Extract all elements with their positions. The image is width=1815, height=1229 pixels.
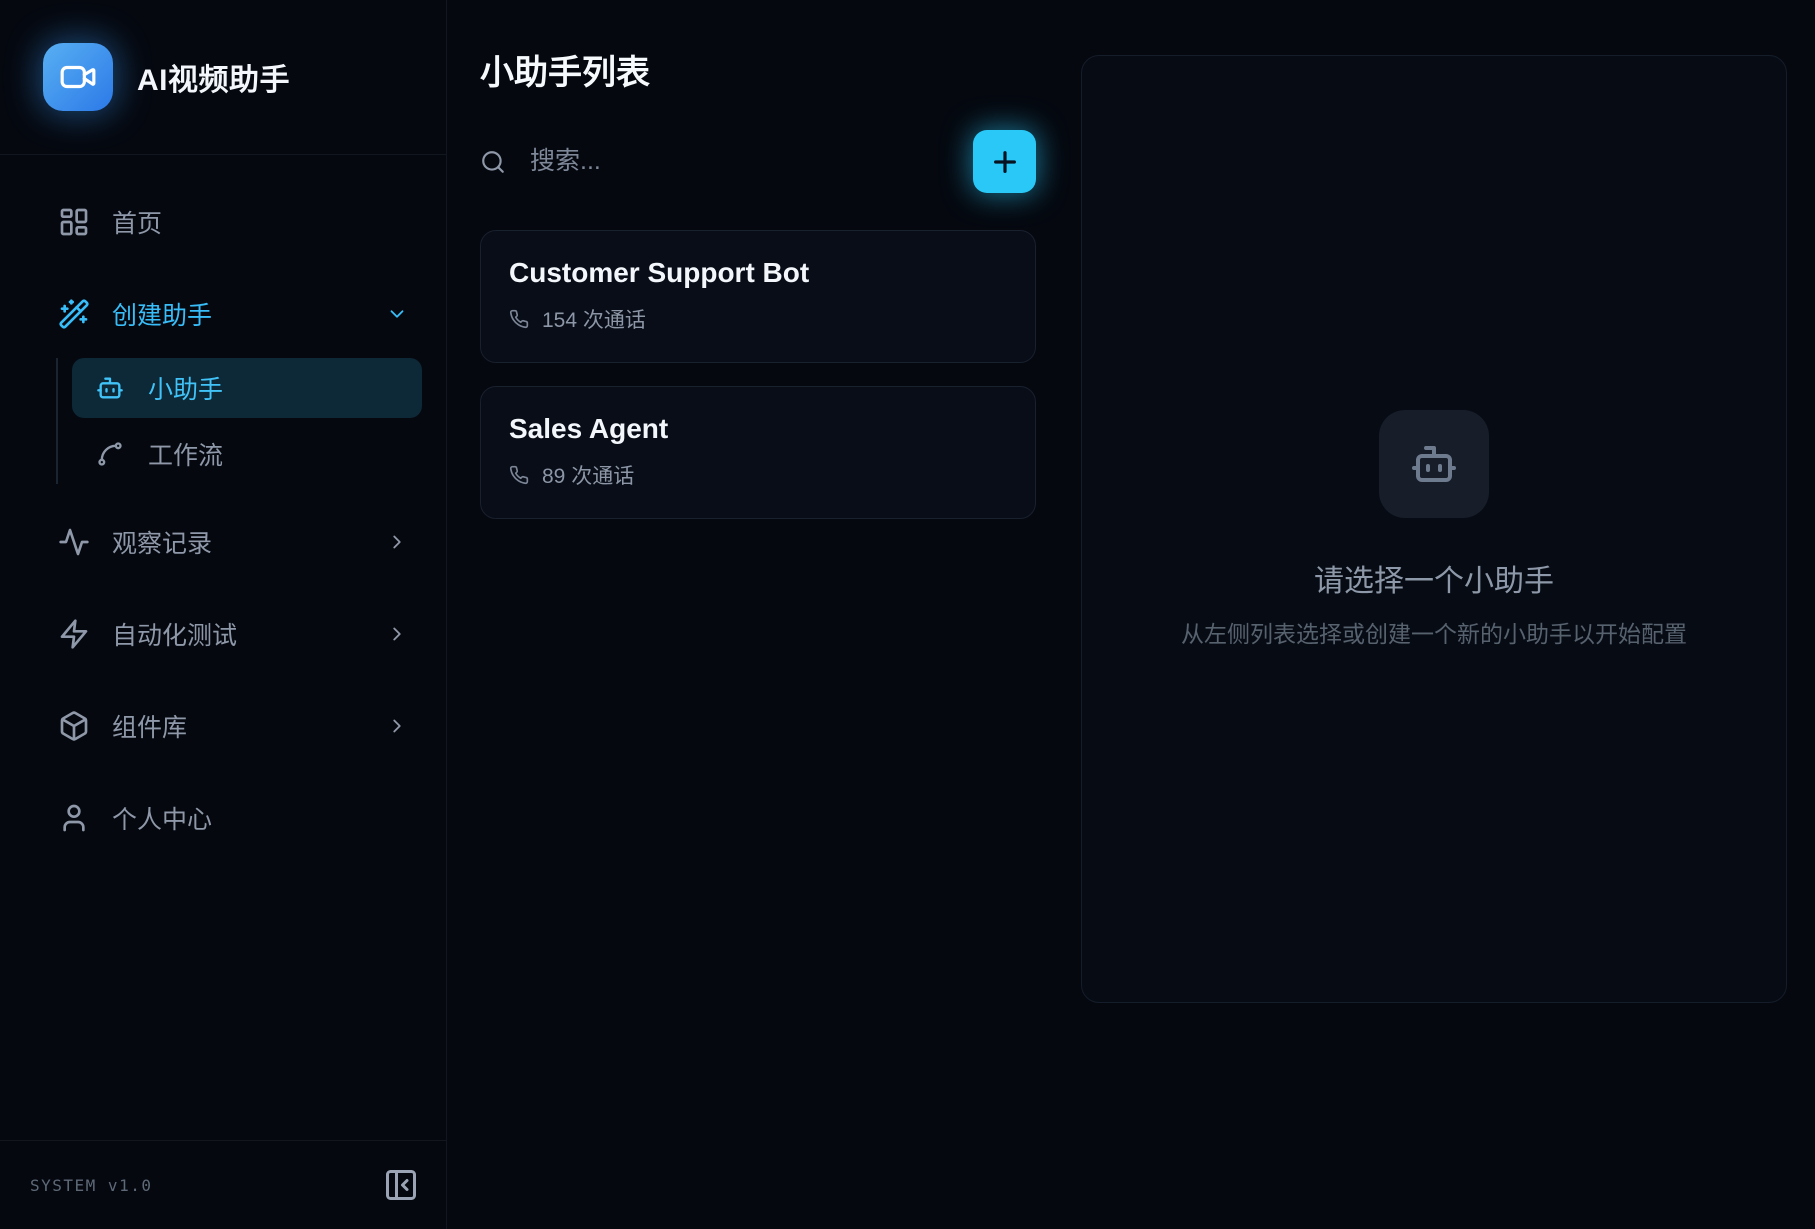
assistant-detail-panel: 请选择一个小助手 从左侧列表选择或创建一个新的小助手以开始配置	[1081, 55, 1787, 1003]
page-title: 小助手列表	[480, 56, 1036, 92]
phone-icon	[509, 309, 529, 329]
panel-left-close-icon	[383, 1167, 419, 1203]
sidebar-item-components[interactable]: 组件库	[24, 698, 422, 754]
chevron-right-icon	[386, 623, 408, 645]
add-assistant-button[interactable]	[973, 130, 1036, 193]
sidebar-subitem-workflow[interactable]: 工作流	[72, 424, 422, 484]
call-count-label: 89 次通话	[542, 460, 634, 490]
bot-icon	[1410, 440, 1458, 488]
empty-state-subtitle: 从左侧列表选择或创建一个新的小助手以开始配置	[1181, 615, 1687, 649]
app-window: AI视频助手 首页 创建助手	[0, 0, 1815, 1229]
empty-state-title: 请选择一个小助手	[1181, 556, 1687, 600]
sidebar-subitem-label: 工作流	[148, 436, 223, 472]
sidebar-header: AI视频助手	[0, 0, 446, 155]
sidebar-item-observation[interactable]: 观察记录	[24, 514, 422, 570]
sidebar-item-label: 创建助手	[112, 296, 212, 332]
search-bar	[480, 130, 1036, 194]
chevron-right-icon	[386, 531, 408, 553]
chevron-right-icon	[386, 715, 408, 737]
assistant-name: Sales Agent	[509, 413, 1007, 445]
sidebar-item-label: 组件库	[112, 708, 187, 744]
create-assistant-submenu: 小助手 工作流	[56, 358, 422, 484]
search-icon	[480, 149, 506, 175]
sidebar-item-label: 首页	[112, 204, 162, 240]
box-icon	[58, 710, 90, 742]
assistant-card[interactable]: Sales Agent 89 次通话	[480, 386, 1036, 519]
app-logo	[43, 43, 113, 111]
phone-icon	[509, 465, 529, 485]
sidebar-subitem-label: 小助手	[148, 370, 223, 406]
user-icon	[58, 802, 90, 834]
sidebar-nav: 首页 创建助手 小助手	[0, 155, 446, 1140]
sidebar-item-profile[interactable]: 个人中心	[24, 790, 422, 846]
wand-sparkles-icon	[58, 298, 90, 330]
activity-icon	[58, 526, 90, 558]
app-title: AI视频助手	[137, 55, 290, 99]
bot-icon	[96, 374, 124, 402]
sidebar-item-automation[interactable]: 自动化测试	[24, 606, 422, 662]
assistant-list-panel: 小助手列表 Customer Support Bot 154 次通话	[447, 0, 1078, 1229]
video-camera-icon	[59, 58, 97, 96]
system-version: SYSTEM v1.0	[30, 1176, 152, 1195]
sidebar-item-home[interactable]: 首页	[24, 194, 422, 250]
plus-icon	[989, 146, 1021, 178]
call-count-label: 154 次通话	[542, 304, 646, 334]
empty-state-icon-box	[1379, 410, 1489, 518]
sidebar-footer: SYSTEM v1.0	[0, 1140, 446, 1229]
collapse-sidebar-button[interactable]	[380, 1164, 422, 1206]
sidebar-item-label: 个人中心	[112, 800, 212, 836]
sidebar: AI视频助手 首页 创建助手	[0, 0, 447, 1229]
chevron-down-icon	[386, 303, 408, 325]
assistant-card[interactable]: Customer Support Bot 154 次通话	[480, 230, 1036, 363]
assistant-call-count: 89 次通话	[509, 460, 1007, 490]
sidebar-item-create-assistant[interactable]: 创建助手	[24, 286, 422, 342]
sidebar-subitem-assistant[interactable]: 小助手	[72, 358, 422, 418]
sidebar-item-label: 自动化测试	[112, 616, 237, 652]
empty-state: 请选择一个小助手 从左侧列表选择或创建一个新的小助手以开始配置	[1181, 410, 1687, 649]
assistant-name: Customer Support Bot	[509, 257, 1007, 289]
search-input[interactable]	[530, 147, 953, 176]
sidebar-item-label: 观察记录	[112, 524, 212, 560]
zap-icon	[58, 618, 90, 650]
dashboard-icon	[58, 206, 90, 238]
assistant-list: Customer Support Bot 154 次通话 Sales Agent…	[480, 230, 1036, 519]
spline-icon	[96, 440, 124, 468]
assistant-call-count: 154 次通话	[509, 304, 1007, 334]
